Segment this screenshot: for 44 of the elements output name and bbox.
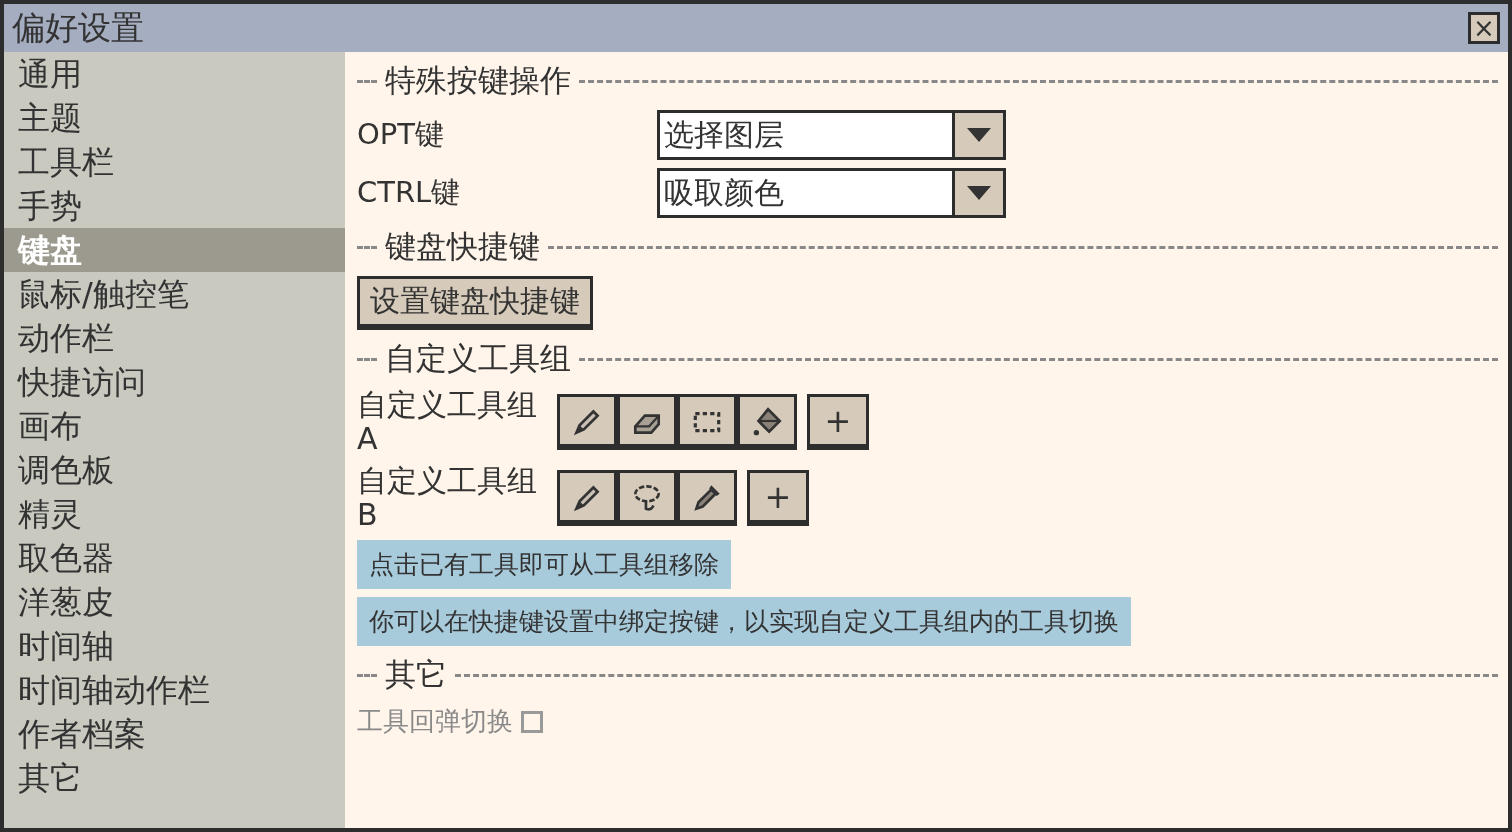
group-label: 自定义工具组 A bbox=[357, 388, 537, 456]
sidebar-item[interactable]: 作者档案 bbox=[4, 712, 345, 756]
checkbox-label: 工具回弹切换 bbox=[357, 705, 513, 738]
sidebar-item[interactable]: 快捷访问 bbox=[4, 360, 345, 404]
tool-button[interactable] bbox=[677, 470, 737, 526]
window-title: 偏好设置 bbox=[12, 6, 144, 49]
sidebar-item[interactable]: 主题 bbox=[4, 96, 345, 140]
sidebar-item[interactable]: 其它 bbox=[4, 756, 345, 800]
sidebar-item[interactable]: 工具栏 bbox=[4, 140, 345, 184]
sidebar-item[interactable]: 时间轴动作栏 bbox=[4, 668, 345, 712]
dropdown[interactable]: 选择图层 bbox=[657, 110, 1006, 160]
shortcut-settings-button[interactable]: 设置键盘快捷键 bbox=[357, 276, 593, 330]
sidebar-item[interactable]: 精灵 bbox=[4, 492, 345, 536]
sidebar-item[interactable]: 动作栏 bbox=[4, 316, 345, 360]
sidebar-item[interactable]: 时间轴 bbox=[4, 624, 345, 668]
section-heading: 特殊按键操作 bbox=[385, 61, 571, 100]
checkbox[interactable] bbox=[521, 710, 543, 733]
tool-button[interactable] bbox=[737, 394, 797, 450]
section-heading: 其它 bbox=[385, 655, 447, 694]
tool-button[interactable] bbox=[557, 470, 617, 526]
sidebar-item[interactable]: 洋葱皮 bbox=[4, 580, 345, 624]
section-heading: 自定义工具组 bbox=[385, 339, 571, 378]
group-label: 自定义工具组 B bbox=[357, 464, 537, 532]
section-heading: 键盘快捷键 bbox=[385, 227, 540, 266]
tool-button[interactable] bbox=[557, 394, 617, 450]
sidebar-item[interactable]: 取色器 bbox=[4, 536, 345, 580]
setting-label: CTRL键 bbox=[357, 174, 462, 211]
setting-label: OPT键 bbox=[357, 116, 446, 153]
sidebar-item[interactable]: 画布 bbox=[4, 404, 345, 448]
sidebar-item[interactable]: 通用 bbox=[4, 52, 345, 96]
caret-icon bbox=[967, 128, 991, 142]
add-button[interactable]: + bbox=[747, 470, 809, 526]
hint-note: 你可以在快捷键设置中绑定按键，以实现自定义工具组内的工具切换 bbox=[357, 597, 1131, 646]
tool-button[interactable] bbox=[617, 394, 677, 450]
close-button[interactable]: × bbox=[1468, 12, 1500, 44]
caret-icon bbox=[967, 186, 991, 200]
tool-button[interactable] bbox=[677, 394, 737, 450]
sidebar-item[interactable]: 鼠标/触控笔 bbox=[4, 272, 345, 316]
sidebar-item[interactable]: 手势 bbox=[4, 184, 345, 228]
dropdown[interactable]: 吸取颜色 bbox=[657, 168, 1006, 218]
sidebar-item[interactable]: 调色板 bbox=[4, 448, 345, 492]
hint-note: 点击已有工具即可从工具组移除 bbox=[357, 540, 731, 589]
add-button[interactable]: + bbox=[807, 394, 869, 450]
tool-button[interactable] bbox=[617, 470, 677, 526]
